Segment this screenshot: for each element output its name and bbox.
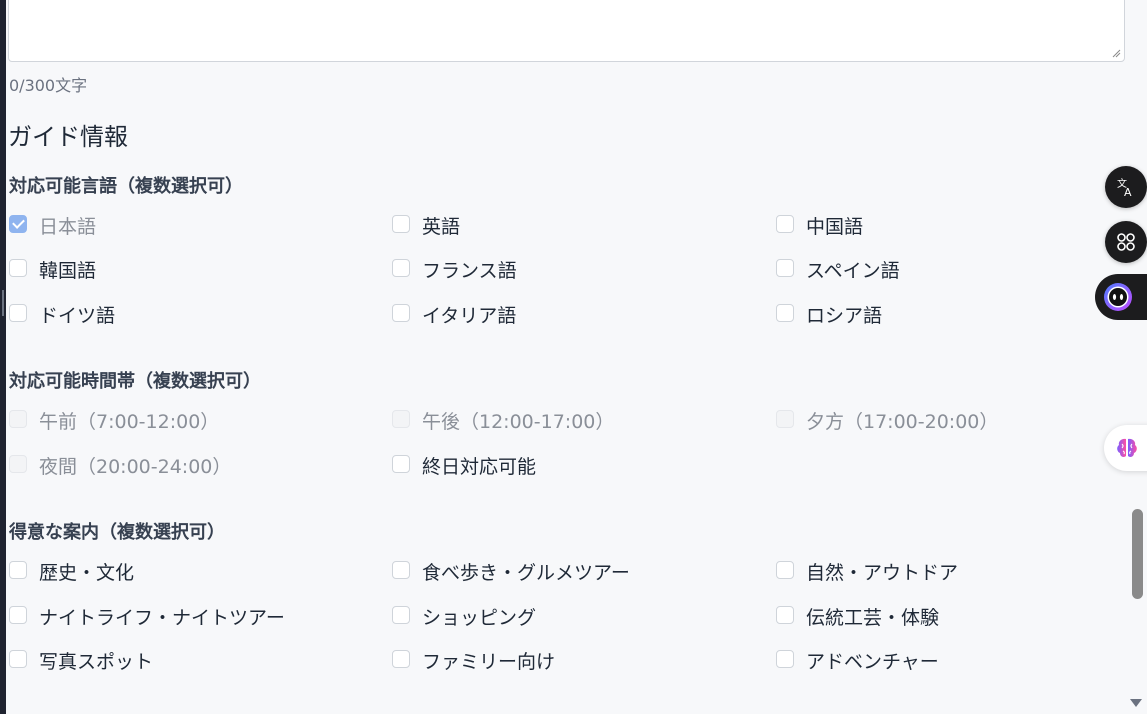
languages-option[interactable]: スペイン語 xyxy=(776,257,900,282)
checkbox[interactable] xyxy=(776,258,794,277)
option-label: 歴史・文化 xyxy=(39,561,135,584)
checkbox[interactable] xyxy=(776,560,794,579)
checkbox[interactable] xyxy=(9,303,27,322)
languages-label: 対応可能言語（複数選択可） xyxy=(9,176,243,197)
window-left-edge xyxy=(0,0,6,714)
specialties-option[interactable]: 写真スポット xyxy=(9,648,154,673)
assistant-face-icon xyxy=(1104,283,1132,311)
option-label: フランス語 xyxy=(422,259,517,282)
languages-option[interactable]: 韓国語 xyxy=(9,257,97,282)
specialties-option[interactable]: 歴史・文化 xyxy=(9,559,135,584)
checkbox[interactable] xyxy=(776,303,794,322)
scrollbar[interactable] xyxy=(1127,0,1147,714)
checkbox[interactable] xyxy=(392,258,410,277)
option-label: アドベンチャー xyxy=(806,650,939,673)
specialties-option[interactable]: ファミリー向け xyxy=(392,648,556,673)
scrollbar-thumb[interactable] xyxy=(1132,509,1143,599)
option-label: 夜間（20:00-24:00） xyxy=(39,455,232,478)
time_slots-option: 午前（7:00-12:00） xyxy=(9,408,220,433)
checkbox-checked xyxy=(9,214,27,233)
checkbox xyxy=(776,409,794,428)
option-label: 自然・アウトドア xyxy=(806,561,959,584)
checkbox[interactable] xyxy=(9,560,27,579)
option-label: 終日対応可能 xyxy=(422,455,537,478)
option-label: 写真スポット xyxy=(39,650,154,673)
brain-button[interactable] xyxy=(1104,425,1147,471)
languages-option[interactable]: フランス語 xyxy=(392,257,517,282)
languages-option[interactable]: ロシア語 xyxy=(776,302,883,327)
specialties-option[interactable]: ショッピング xyxy=(392,604,537,629)
assistant-button[interactable] xyxy=(1095,274,1147,320)
languages-option[interactable]: 英語 xyxy=(392,213,461,238)
specialties-option[interactable]: 食べ歩き・グルメツアー xyxy=(392,559,630,584)
checkbox[interactable] xyxy=(9,605,27,624)
option-label: 食べ歩き・グルメツアー xyxy=(422,561,630,584)
option-label: ショッピング xyxy=(422,606,537,629)
checkbox[interactable] xyxy=(392,560,410,579)
option-label: 午前（7:00-12:00） xyxy=(39,410,220,433)
checkbox xyxy=(9,454,27,473)
translate-icon: 文 A xyxy=(1117,177,1132,198)
checkbox[interactable] xyxy=(392,454,410,473)
time_slots-option: 午後（12:00-17:00） xyxy=(392,408,615,433)
languages-option: 日本語 xyxy=(9,213,97,238)
time_slots-option: 夕方（17:00-20:00） xyxy=(776,408,999,433)
checkbox[interactable] xyxy=(776,649,794,668)
svg-text:A: A xyxy=(1124,186,1132,198)
brain-icon xyxy=(1117,438,1137,457)
description-textarea[interactable] xyxy=(8,0,1125,62)
specialties-option[interactable]: ナイトライフ・ナイトツアー xyxy=(9,604,285,629)
specialties-option[interactable]: アドベンチャー xyxy=(776,648,939,673)
option-label: ナイトライフ・ナイトツアー xyxy=(39,606,285,629)
option-label: ロシア語 xyxy=(806,304,883,327)
option-label: 韓国語 xyxy=(39,259,97,282)
translate-button[interactable]: 文 A xyxy=(1105,166,1147,208)
checkbox xyxy=(9,409,27,428)
resize-grip-icon[interactable] xyxy=(1112,49,1121,58)
window-edge-handle xyxy=(2,290,4,316)
checkbox[interactable] xyxy=(392,605,410,624)
option-label: ドイツ語 xyxy=(39,304,116,327)
char-count: 0/300文字 xyxy=(9,76,88,95)
section-title: ガイド情報 xyxy=(8,123,128,151)
checkbox[interactable] xyxy=(776,605,794,624)
apps-icon xyxy=(1117,233,1135,251)
option-label: スペイン語 xyxy=(806,259,900,282)
checkbox[interactable] xyxy=(392,303,410,322)
option-label: 午後（12:00-17:00） xyxy=(422,410,615,433)
checkbox[interactable] xyxy=(776,214,794,233)
languages-option[interactable]: イタリア語 xyxy=(392,302,517,327)
languages-option[interactable]: 中国語 xyxy=(776,213,864,238)
option-label: 夕方（17:00-20:00） xyxy=(806,410,999,433)
checkbox xyxy=(392,409,410,428)
option-label: 英語 xyxy=(422,215,461,238)
specialties-option[interactable]: 自然・アウトドア xyxy=(776,559,959,584)
apps-button[interactable] xyxy=(1105,221,1147,263)
checkbox[interactable] xyxy=(392,214,410,233)
option-label: 伝統工芸・体験 xyxy=(806,606,940,629)
specialties-label: 得意な案内（複数選択可） xyxy=(9,522,225,543)
option-label: イタリア語 xyxy=(422,304,517,327)
checkbox[interactable] xyxy=(392,649,410,668)
checkbox[interactable] xyxy=(9,649,27,668)
option-label: ファミリー向け xyxy=(422,650,556,673)
time_slots-option[interactable]: 終日対応可能 xyxy=(392,453,537,478)
checkbox[interactable] xyxy=(9,258,27,277)
languages-option[interactable]: ドイツ語 xyxy=(9,302,116,327)
option-label: 日本語 xyxy=(39,215,97,238)
option-label: 中国語 xyxy=(806,215,864,238)
scroll-down-arrow-icon[interactable] xyxy=(1130,699,1142,707)
time-slots-label: 対応可能時間帯（複数選択可） xyxy=(9,371,261,392)
time_slots-option: 夜間（20:00-24:00） xyxy=(9,453,232,478)
specialties-option[interactable]: 伝統工芸・体験 xyxy=(776,604,940,629)
